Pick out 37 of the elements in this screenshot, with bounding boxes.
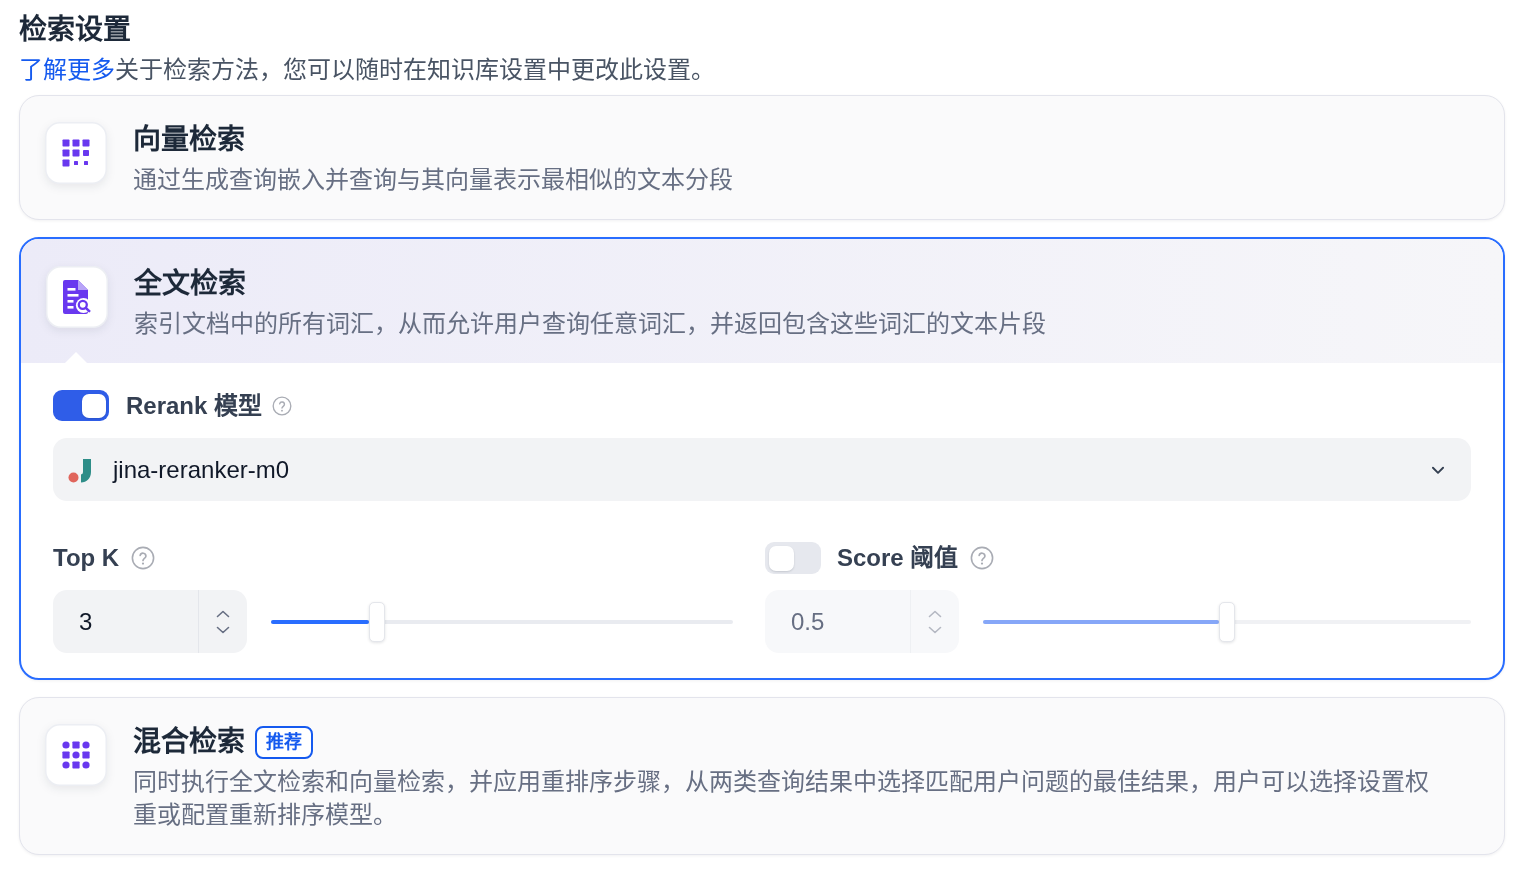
option-description: 索引文档中的所有词汇，从而允许用户查询任意词汇，并返回包含这些词汇的文本片段 [134, 309, 1047, 339]
option-description: 同时执行全文检索和向量检索，并应用重排序步骤，从两类查询结果中选择匹配用户问题的最佳结果，用户可以选择设置权重或配置重新排序模型。 [132, 767, 1430, 830]
intro-text: 了解更多关于检索方法，您可以随时在知识库设置中更改此设置。 [19, 55, 716, 85]
decrement-button[interactable] [927, 624, 943, 635]
parameter-label: Score 阈值 [837, 543, 959, 573]
increment-button[interactable] [215, 608, 231, 619]
chevron-up-icon [215, 608, 231, 619]
parameter-label: Top K [53, 543, 120, 573]
option-title: 混合检索 [132, 725, 245, 759]
chevron-down-icon [927, 624, 943, 635]
increment-button[interactable] [927, 608, 943, 619]
option-title: 全文检索 [134, 267, 246, 301]
learn-more-link[interactable]: 了解更多 [19, 56, 115, 83]
model-select[interactable]: jina-reranker-m0 [53, 438, 1471, 501]
slider-thumb[interactable] [1219, 601, 1235, 642]
retrieval-option-card[interactable]: 混合检索 推荐 同时执行全文检索和向量检索，并应用重排序步骤，从两类查询结果中选择匹配用户问题的最佳结果，用户可以选择设置权重或配置重新排序模型。 [19, 697, 1505, 855]
rerank-label: Rerank 模型 [126, 390, 263, 421]
number-input[interactable]: 0.5 [765, 590, 910, 653]
recommended-badge: 推荐 [254, 725, 313, 759]
decrement-button[interactable] [215, 624, 231, 635]
chevron-up-icon [927, 608, 943, 619]
toggle-switch[interactable] [765, 542, 821, 574]
help-icon [131, 546, 156, 570]
dot-grid-icon [44, 122, 107, 184]
retrieval-option-card[interactable]: 向量检索 通过生成查询嵌入并查询与其向量表示最相似的文本分段 [19, 95, 1505, 220]
retrieval-option-card[interactable]: 全文检索 索引文档中的所有词汇，从而允许用户查询任意词汇，并返回包含这些词汇的文本片段 Rerank 模型 jina-reranker-m0 Top K 3 Score 阈值 0.5 [19, 237, 1505, 680]
chevron-down-icon [215, 624, 231, 635]
help-icon [970, 546, 995, 570]
toggle-switch[interactable] [53, 390, 109, 421]
help-icon [272, 395, 293, 416]
document-search-icon [46, 266, 108, 328]
shapes-grid-icon [44, 724, 107, 786]
number-input[interactable]: 3 [53, 590, 198, 653]
option-title: 向量检索 [132, 123, 245, 157]
section-title: 检索设置 [19, 13, 132, 47]
option-description: 通过生成查询嵌入并查询与其向量表示最相似的文本分段 [132, 165, 734, 195]
slider-thumb[interactable] [369, 601, 386, 642]
